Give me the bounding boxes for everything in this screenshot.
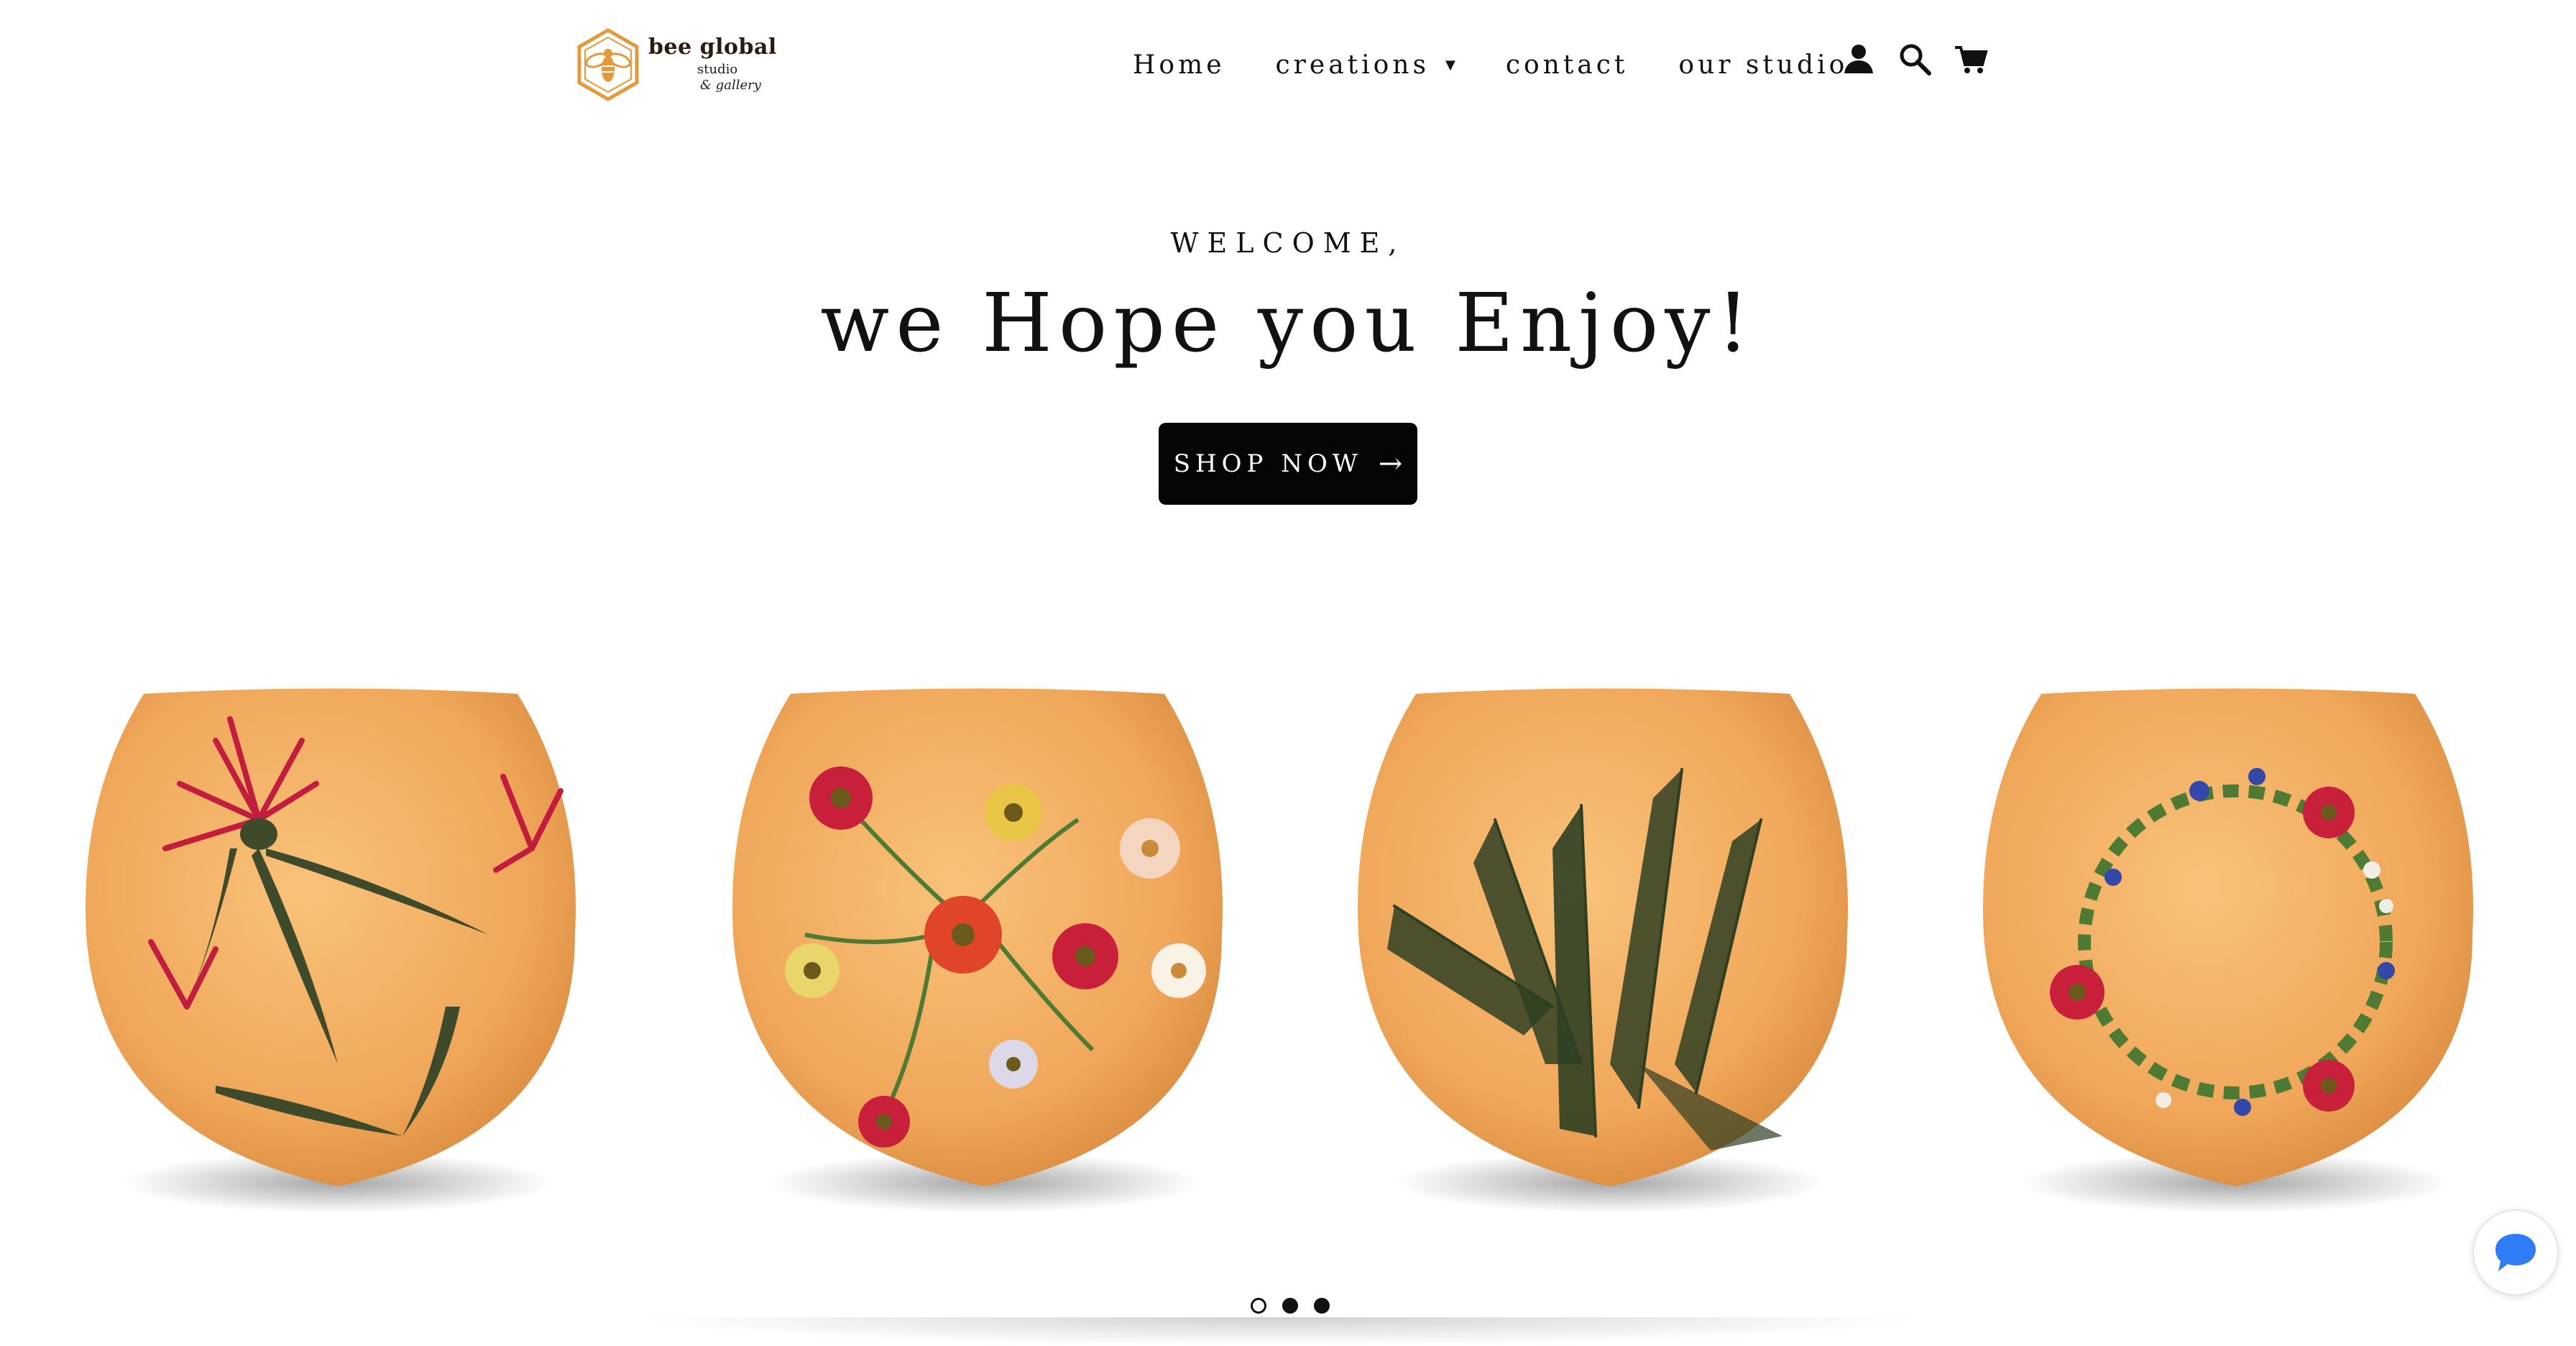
section-divider-shadow bbox=[632, 1317, 1926, 1346]
nav-our-studio[interactable]: our studio bbox=[1678, 50, 1848, 80]
search-icon[interactable] bbox=[1898, 42, 1932, 76]
slideshow[interactable] bbox=[0, 633, 2576, 1309]
brand-name-line2: studio bbox=[697, 62, 738, 77]
site-logo[interactable]: bee global studio & gallery bbox=[574, 27, 776, 102]
slide-dot-3[interactable] bbox=[1314, 1298, 1330, 1314]
hero-headline: we Hope you Enjoy! bbox=[820, 277, 1756, 370]
arrow-right-icon: → bbox=[1378, 447, 1403, 480]
chevron-down-icon: ▼ bbox=[1445, 57, 1455, 73]
shop-now-label: SHOP NOW bbox=[1173, 449, 1363, 478]
vase-wreath bbox=[1983, 688, 2473, 1213]
nav-creations[interactable]: creations ▼ bbox=[1276, 50, 1455, 80]
main-nav: Home creations ▼ contact our studio bbox=[1133, 45, 1898, 85]
hero-eyebrow: WELCOME, bbox=[1170, 227, 1406, 259]
nav-creations-label: creations bbox=[1275, 50, 1430, 80]
nav-contact[interactable]: contact bbox=[1506, 50, 1629, 80]
nav-home[interactable]: Home bbox=[1133, 50, 1225, 80]
header-icons bbox=[1841, 42, 2010, 76]
shop-now-button[interactable]: SHOP NOW → bbox=[1159, 423, 1417, 505]
slideshow-pagination bbox=[1251, 1298, 1346, 1314]
cart-icon[interactable] bbox=[1954, 42, 1988, 76]
brand-name-line1: bee global bbox=[648, 35, 777, 60]
vase-collection-image bbox=[86, 688, 2473, 1213]
brand-name: bee global studio & gallery bbox=[648, 35, 777, 93]
vase-ferns bbox=[1358, 688, 1848, 1213]
slide-dot-1[interactable] bbox=[1251, 1298, 1266, 1314]
vase-daisies bbox=[732, 688, 1223, 1213]
chat-button[interactable] bbox=[2472, 1209, 2559, 1296]
account-icon[interactable] bbox=[1841, 42, 1876, 76]
brand-name-line3: & gallery bbox=[700, 78, 761, 93]
bee-hexagon-logo-icon bbox=[577, 28, 639, 101]
vase-bee-balm bbox=[86, 688, 576, 1213]
chat-bubble-icon bbox=[2496, 1234, 2536, 1271]
slide-dot-2[interactable] bbox=[1282, 1298, 1298, 1314]
